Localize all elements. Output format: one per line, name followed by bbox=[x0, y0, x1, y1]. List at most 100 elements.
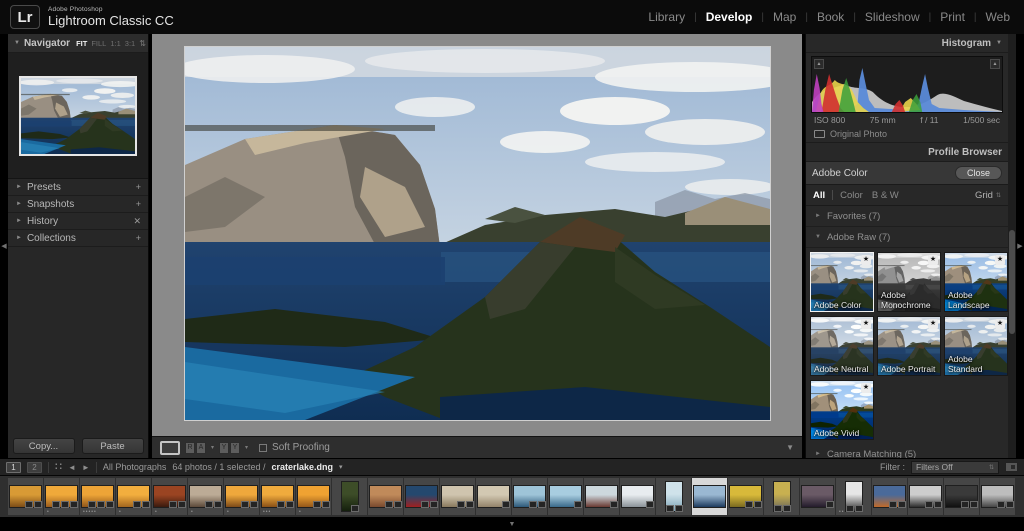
filmstrip-thumbnail[interactable] bbox=[298, 486, 329, 507]
adjustment-badge-icon[interactable] bbox=[646, 501, 654, 508]
module-map[interactable]: Map bbox=[773, 10, 796, 24]
group-adobe-raw[interactable]: ▼ Adobe Raw (7) bbox=[806, 227, 1008, 248]
before-view-icon[interactable]: Y bbox=[219, 442, 229, 454]
profile-portrait[interactable]: ★Adobe Portrait bbox=[877, 316, 941, 376]
filmstrip-cell[interactable] bbox=[800, 478, 835, 515]
profile-color[interactable]: ★Adobe Color bbox=[810, 252, 874, 312]
toolbar-options-dropdown-icon[interactable]: ▼ bbox=[786, 443, 794, 452]
zoom-level-stepper-icon[interactable]: ⇅ bbox=[139, 39, 146, 48]
favorite-star-badge[interactable]: ★ bbox=[861, 319, 871, 329]
filmstrip-cell[interactable] bbox=[656, 478, 691, 515]
close-button[interactable]: Close bbox=[955, 166, 1002, 180]
filmstrip-cell[interactable]: • bbox=[152, 478, 187, 515]
loupe-view-icon[interactable] bbox=[160, 441, 180, 455]
adjustment-badge-icon[interactable] bbox=[106, 501, 114, 508]
reference-view-right-icon[interactable]: A bbox=[196, 442, 206, 454]
filmstrip-cell[interactable] bbox=[476, 478, 511, 515]
adjustment-badge-icon[interactable] bbox=[826, 501, 834, 508]
adjustment-badge-icon[interactable] bbox=[610, 501, 618, 508]
filmstrip-thumbnail[interactable] bbox=[370, 486, 401, 507]
adjustment-badge-icon[interactable] bbox=[774, 505, 782, 512]
adjustment-badge-icon[interactable] bbox=[745, 501, 753, 508]
right-panel-scrollbar[interactable] bbox=[1008, 34, 1016, 458]
filmstrip-thumbnail[interactable] bbox=[802, 486, 833, 507]
adjustment-badge-icon[interactable] bbox=[241, 501, 249, 508]
adjustment-badge-icon[interactable] bbox=[457, 501, 465, 508]
adjustment-badge-icon[interactable] bbox=[385, 501, 393, 508]
filmstrip-thumbnail[interactable] bbox=[846, 482, 862, 511]
filmstrip-thumbnail[interactable] bbox=[666, 482, 682, 511]
filmstrip-cell[interactable] bbox=[908, 478, 943, 515]
second-window-button[interactable]: 2 bbox=[27, 462, 42, 473]
filmstrip-cell[interactable]: • bbox=[116, 478, 151, 515]
filmstrip-cell[interactable] bbox=[728, 478, 763, 515]
adjustment-badge-icon[interactable] bbox=[934, 501, 942, 508]
histogram-header[interactable]: Histogram ▼ bbox=[806, 34, 1008, 53]
grid-view-icon[interactable]: ∷ bbox=[55, 462, 62, 472]
adjustment-badge-icon[interactable] bbox=[169, 501, 177, 508]
adjustment-badge-icon[interactable] bbox=[313, 501, 321, 508]
adjustment-badge-icon[interactable] bbox=[675, 505, 683, 512]
soft-proofing-checkbox[interactable] bbox=[259, 444, 267, 452]
filter-tab-color[interactable]: Color bbox=[840, 190, 863, 201]
adjustment-badge-icon[interactable] bbox=[430, 501, 438, 508]
adjustment-badge-icon[interactable] bbox=[394, 501, 402, 508]
filmstrip-thumbnail[interactable] bbox=[442, 486, 473, 507]
adjustment-badge-icon[interactable] bbox=[925, 501, 933, 508]
section-action-icon[interactable]: ✕ bbox=[133, 216, 141, 227]
adjustment-badge-icon[interactable] bbox=[846, 505, 854, 512]
filmstrip-cell[interactable] bbox=[584, 478, 619, 515]
navigator-header[interactable]: ▼ Navigator FITFILL1:13:1 ⇅ bbox=[8, 34, 148, 53]
adjustment-badge-icon[interactable] bbox=[214, 501, 222, 508]
filmstrip-thumbnail[interactable] bbox=[118, 486, 149, 507]
filter-lock-icon[interactable] bbox=[1005, 462, 1018, 472]
source-label[interactable]: All Photographs bbox=[103, 462, 167, 472]
zoom-mode-11[interactable]: 1:1 bbox=[110, 39, 120, 48]
filmstrip-cell[interactable] bbox=[440, 478, 475, 515]
adjustment-badge-icon[interactable] bbox=[970, 501, 978, 508]
adjustment-badge-icon[interactable] bbox=[889, 501, 897, 508]
after-view-icon[interactable]: Y bbox=[230, 442, 240, 454]
filmstrip-cell[interactable]: ••• bbox=[260, 478, 295, 515]
right-panel-collapse-arrow[interactable]: ▶ bbox=[1016, 34, 1024, 458]
adjustment-badge-icon[interactable] bbox=[421, 501, 429, 508]
adjustment-badge-icon[interactable] bbox=[538, 501, 546, 508]
filmstrip-cell[interactable] bbox=[944, 478, 979, 515]
filmstrip-thumbnail[interactable] bbox=[730, 486, 761, 507]
zoom-mode-31[interactable]: 3:1 bbox=[125, 39, 135, 48]
favorite-star-badge[interactable]: ★ bbox=[861, 255, 871, 265]
filter-tab-all[interactable]: All bbox=[813, 190, 825, 201]
main-photo[interactable] bbox=[185, 47, 770, 420]
filmstrip-cell[interactable] bbox=[764, 478, 799, 515]
adjustment-badge-icon[interactable] bbox=[997, 501, 1005, 508]
adjustment-badge-icon[interactable] bbox=[61, 501, 69, 508]
navigator-preview[interactable] bbox=[8, 53, 148, 179]
paste-button[interactable]: Paste bbox=[82, 438, 144, 454]
favorite-star-badge[interactable]: ★ bbox=[928, 255, 938, 265]
module-print[interactable]: Print bbox=[940, 10, 965, 24]
filmstrip-thumbnail[interactable] bbox=[774, 482, 790, 511]
adjustment-badge-icon[interactable] bbox=[142, 501, 150, 508]
profile-standard[interactable]: ★Adobe Standard bbox=[944, 316, 1008, 376]
adjustment-badge-icon[interactable] bbox=[178, 501, 186, 508]
adjustment-badge-icon[interactable] bbox=[133, 501, 141, 508]
filmstrip-thumbnail[interactable] bbox=[226, 486, 257, 507]
filmstrip-cell[interactable]: •• bbox=[836, 478, 871, 515]
filmstrip-thumbnail[interactable] bbox=[946, 486, 977, 507]
filmstrip-thumbnail[interactable] bbox=[514, 486, 545, 507]
filmstrip-cell[interactable] bbox=[872, 478, 907, 515]
filmstrip-cell[interactable]: ••••• bbox=[80, 478, 115, 515]
module-web[interactable]: Web bbox=[986, 10, 1010, 24]
favorite-star-badge[interactable]: ★ bbox=[928, 319, 938, 329]
main-window-button[interactable]: 1 bbox=[6, 462, 21, 473]
adjustment-badge-icon[interactable] bbox=[88, 501, 96, 508]
adjustment-badge-icon[interactable] bbox=[34, 501, 42, 508]
filmstrip-cell[interactable] bbox=[980, 478, 1015, 515]
filmstrip-cell[interactable] bbox=[404, 478, 439, 515]
filmstrip-thumbnail[interactable] bbox=[262, 486, 293, 507]
favorite-star-badge[interactable]: ★ bbox=[861, 383, 871, 393]
adjustment-badge-icon[interactable] bbox=[754, 501, 762, 508]
group-favorites[interactable]: ► Favorites (7) bbox=[806, 206, 1008, 227]
previous-photo-icon[interactable]: ◄ bbox=[68, 463, 76, 472]
filmstrip-thumbnail[interactable] bbox=[10, 486, 41, 507]
